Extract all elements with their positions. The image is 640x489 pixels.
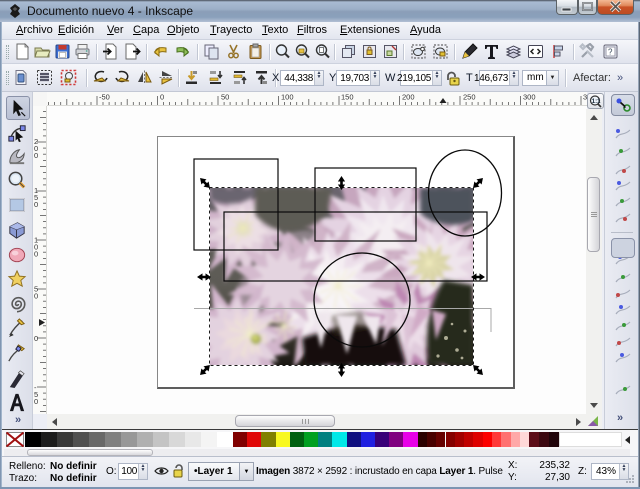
svg-text:0: 0	[160, 93, 164, 102]
svg-text:50: 50	[221, 93, 229, 102]
svg-text:1:1: 1:1	[592, 99, 601, 105]
svg-text:0: 0	[34, 397, 38, 406]
svg-text:0: 0	[34, 249, 38, 258]
svg-text:0: 0	[34, 151, 38, 160]
svg-text:0: 0	[34, 200, 38, 209]
svg-text:300: 300	[523, 93, 536, 102]
svg-text:150: 150	[341, 93, 354, 102]
svg-text:-50: -50	[99, 93, 110, 102]
svg-text:200: 200	[402, 93, 415, 102]
svg-text:250: 250	[463, 93, 476, 102]
svg-text:0: 0	[34, 292, 38, 301]
svg-text:100: 100	[281, 93, 294, 102]
svg-text:0: 0	[34, 334, 38, 343]
svg-text:?: ?	[608, 48, 613, 57]
